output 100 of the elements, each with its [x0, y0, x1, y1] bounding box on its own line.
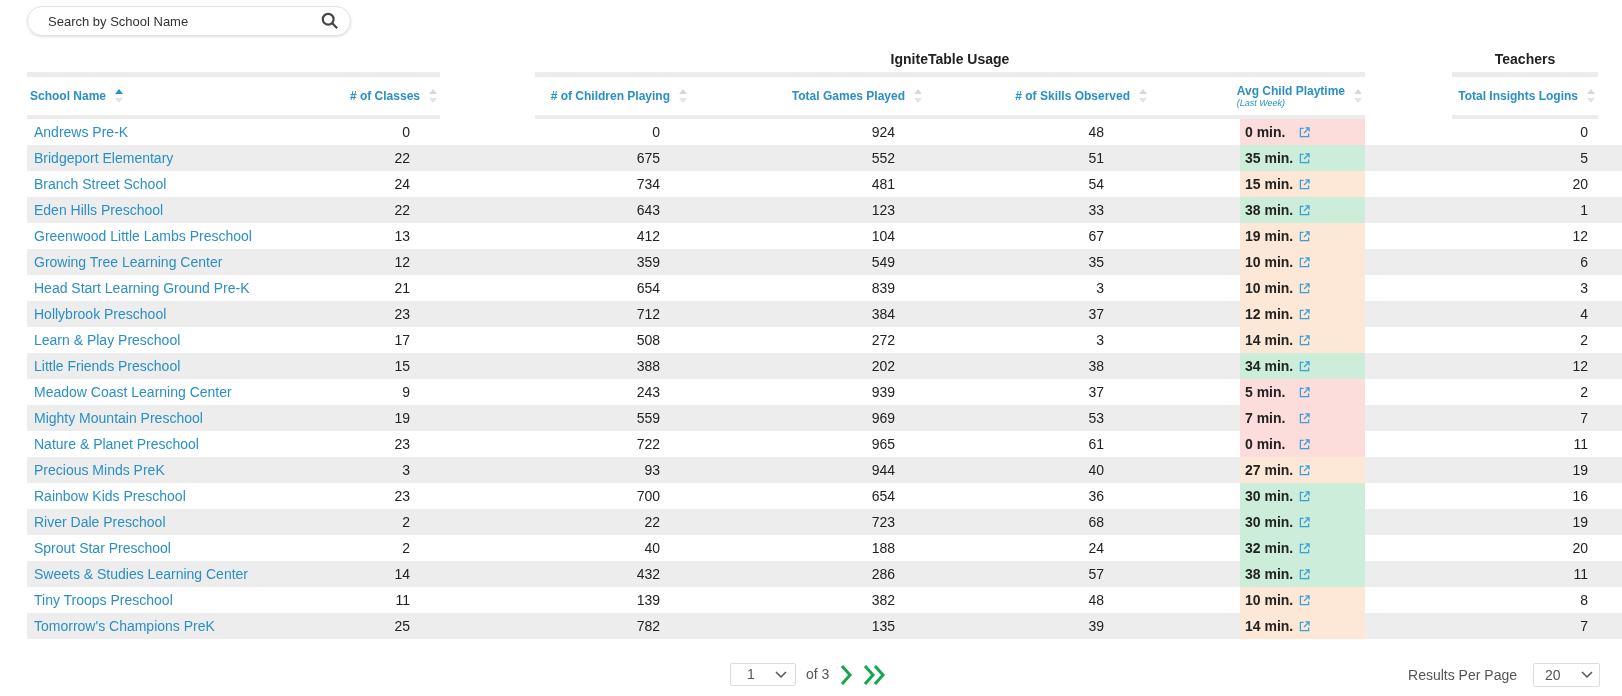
- external-link-icon[interactable]: [1299, 516, 1310, 528]
- table-cell: 549: [871, 253, 895, 270]
- school-link[interactable]: Meadow Coast Learning Center: [34, 384, 232, 400]
- chevron-down-icon: [1581, 671, 1593, 679]
- per-page-select[interactable]: 20: [1533, 663, 1600, 687]
- table-cell: 53: [1088, 409, 1104, 426]
- school-link[interactable]: Little Friends Preschool: [34, 358, 181, 374]
- external-link-icon[interactable]: [1299, 568, 1310, 580]
- school-link[interactable]: Head Start Learning Ground Pre-K: [34, 280, 250, 296]
- school-link[interactable]: Greenwood Little Lambs Preschool: [34, 228, 252, 244]
- table-cell: 965: [871, 435, 895, 452]
- external-link-icon[interactable]: [1299, 412, 1310, 424]
- external-link-icon[interactable]: [1299, 178, 1310, 190]
- table-cell: 22: [394, 149, 410, 166]
- table-cell: 68: [1088, 513, 1104, 530]
- table-cell: 54: [1088, 175, 1104, 192]
- table-cell: 36: [1088, 487, 1104, 504]
- last-page-icon[interactable]: [863, 663, 888, 686]
- playtime-value: 0 min.: [1245, 122, 1287, 142]
- school-link[interactable]: Precious Minds PreK: [34, 462, 165, 478]
- school-link[interactable]: Branch Street School: [34, 176, 167, 192]
- table-cell: 12: [394, 253, 410, 270]
- table-cell: 93: [644, 461, 660, 478]
- table-cell: 7: [1580, 617, 1588, 634]
- table-cell: 3: [1096, 331, 1104, 348]
- table-cell: 481: [871, 175, 895, 192]
- table-cell: 0: [1580, 123, 1588, 140]
- column-header[interactable]: # of Children Playing: [550, 89, 670, 103]
- external-link-icon[interactable]: [1299, 620, 1310, 632]
- school-link[interactable]: Learn & Play Preschool: [34, 332, 181, 348]
- external-link-icon[interactable]: [1299, 256, 1310, 268]
- playtime-value: 12 min.: [1245, 304, 1295, 324]
- school-link[interactable]: Rainbow Kids Preschool: [34, 488, 186, 504]
- table-cell: 38: [1088, 357, 1104, 374]
- external-link-icon[interactable]: [1299, 152, 1310, 164]
- external-link-icon[interactable]: [1299, 438, 1310, 450]
- table-cell: 0: [652, 123, 660, 140]
- school-link[interactable]: Hollybrook Preschool: [34, 306, 167, 322]
- table-cell: 722: [636, 435, 660, 452]
- column-header[interactable]: # of Skills Observed: [1015, 89, 1130, 103]
- table-cell: 123: [871, 201, 895, 218]
- search-icon[interactable]: [321, 12, 339, 30]
- search-field[interactable]: Search by School Name: [27, 6, 351, 36]
- external-link-icon[interactable]: [1299, 230, 1310, 242]
- external-link-icon[interactable]: [1299, 282, 1310, 294]
- school-link[interactable]: Nature & Planet Preschool: [34, 436, 199, 452]
- page-select[interactable]: 1: [730, 663, 796, 686]
- table-cell: 4: [1580, 305, 1588, 322]
- column-header[interactable]: Total Insights Logins: [1458, 89, 1578, 103]
- external-link-icon[interactable]: [1299, 464, 1310, 476]
- sort-icon[interactable]: [114, 87, 125, 105]
- school-link[interactable]: River Dale Preschool: [34, 514, 166, 530]
- table-cell: 432: [636, 565, 660, 582]
- playtime-value: 19 min.: [1245, 226, 1295, 246]
- table-cell: 6: [1580, 253, 1588, 270]
- school-link[interactable]: Sweets & Studies Learning Center: [34, 566, 248, 582]
- external-link-icon[interactable]: [1299, 490, 1310, 502]
- column-header[interactable]: Total Games Played: [791, 89, 905, 103]
- table-cell: 243: [636, 383, 660, 400]
- external-link-icon[interactable]: [1299, 360, 1310, 372]
- school-link[interactable]: Sprout Star Preschool: [34, 540, 171, 556]
- school-link[interactable]: Tiny Troops Preschool: [34, 592, 173, 608]
- external-link-icon[interactable]: [1299, 126, 1310, 138]
- table-cell: 382: [871, 591, 895, 608]
- column-header[interactable]: School Name: [30, 89, 107, 103]
- playtime-value: 10 min.: [1245, 252, 1295, 272]
- playtime-value: 15 min.: [1245, 174, 1295, 194]
- column-subheader: (Last Week): [1236, 98, 1286, 108]
- playtime-value: 5 min.: [1245, 382, 1287, 402]
- table-cell: 286: [871, 565, 895, 582]
- school-link[interactable]: Growing Tree Learning Center: [34, 254, 223, 270]
- external-link-icon[interactable]: [1299, 308, 1310, 320]
- school-link[interactable]: Andrews Pre-K: [34, 124, 129, 140]
- school-link[interactable]: Tomorrow's Champions PreK: [34, 618, 215, 634]
- table-cell: 939: [871, 383, 895, 400]
- external-link-icon[interactable]: [1299, 386, 1310, 398]
- table-cell: 559: [636, 409, 660, 426]
- group-title: Teachers: [1494, 51, 1556, 67]
- table-cell: 17: [394, 331, 410, 348]
- external-link-icon[interactable]: [1299, 542, 1310, 554]
- playtime-value: 30 min.: [1245, 486, 1295, 506]
- table-cell: 734: [636, 175, 660, 192]
- school-link[interactable]: Mighty Mountain Preschool: [34, 410, 203, 426]
- external-link-icon[interactable]: [1299, 334, 1310, 346]
- school-link[interactable]: Eden Hills Preschool: [34, 202, 164, 218]
- playtime-value: 34 min.: [1245, 356, 1295, 376]
- column-header[interactable]: # of Classes: [349, 89, 420, 103]
- table-cell: 202: [871, 357, 895, 374]
- table-cell: 22: [394, 201, 410, 218]
- external-link-icon[interactable]: [1299, 204, 1310, 216]
- table-cell: 23: [394, 305, 410, 322]
- external-link-icon[interactable]: [1299, 594, 1310, 606]
- table-cell: 48: [1088, 123, 1104, 140]
- table-cell: 2: [1580, 383, 1588, 400]
- table-cell: 135: [871, 617, 895, 634]
- table-cell: 139: [636, 591, 660, 608]
- table-cell: 723: [871, 513, 895, 530]
- next-page-icon[interactable]: [839, 663, 854, 686]
- school-link[interactable]: Bridgeport Elementary: [34, 150, 174, 166]
- column-header[interactable]: Avg Child Playtime: [1236, 84, 1345, 98]
